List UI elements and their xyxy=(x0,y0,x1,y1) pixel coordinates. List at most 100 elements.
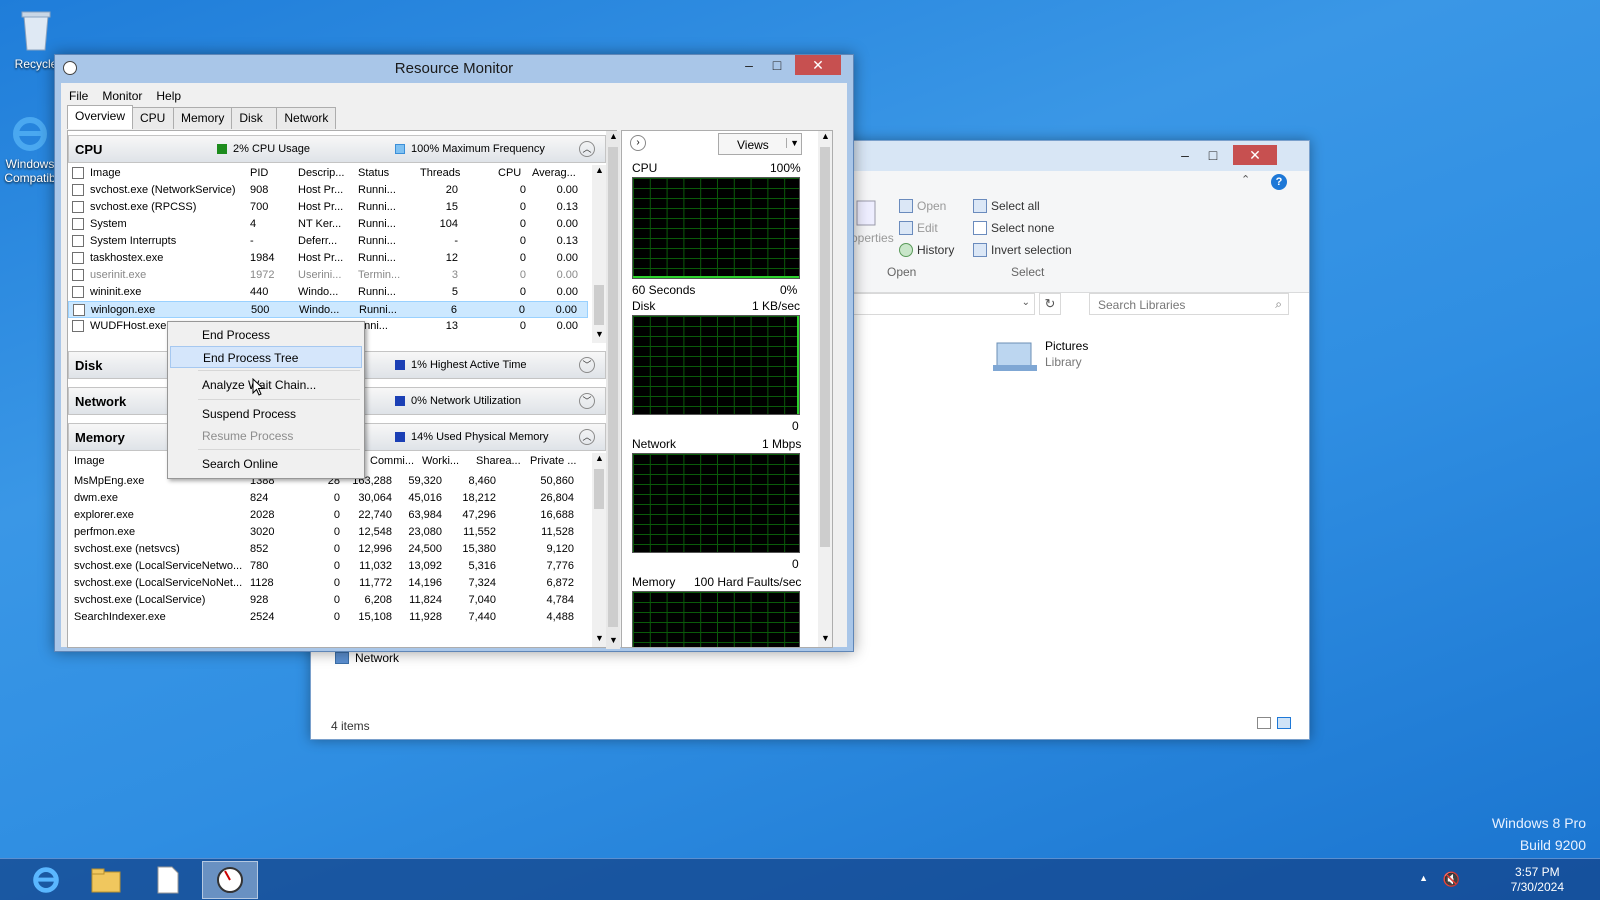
expand-chevron-icon[interactable]: ﹀ xyxy=(579,357,595,373)
table-row[interactable]: taskhostex.exe 1984 Host Pr... Runni... 12 0 0… xyxy=(68,250,588,267)
tab-memory[interactable]: Memory xyxy=(173,107,233,129)
table-row[interactable]: System 4 NT Ker... Runni... 104 0 0.00 xyxy=(68,216,588,233)
select-all-checkbox[interactable] xyxy=(72,167,84,179)
row-checkbox[interactable] xyxy=(72,286,84,298)
history-button[interactable]: History xyxy=(899,243,954,257)
large-icons-view-icon[interactable] xyxy=(1277,717,1291,729)
row-checkbox[interactable] xyxy=(72,235,84,247)
collapse-chevron-icon[interactable]: ︿ xyxy=(579,141,595,157)
row-checkbox[interactable] xyxy=(72,269,84,281)
row-checkbox[interactable] xyxy=(72,320,84,332)
memory-table-scrollbar[interactable]: ▲ ▼ xyxy=(592,453,606,647)
table-row[interactable]: svchost.exe (NetworkService) 908 Host Pr..… xyxy=(68,182,588,199)
col-commit[interactable]: Commi... xyxy=(370,455,414,467)
tab-disk[interactable]: Disk xyxy=(231,107,278,129)
row-checkbox[interactable] xyxy=(72,184,84,196)
table-row[interactable]: System Interrupts - Deferr... Runni... - 0 0.1… xyxy=(68,233,588,250)
collapse-chevron-icon[interactable]: ︿ xyxy=(579,429,595,445)
scroll-up-icon[interactable]: ▲ xyxy=(821,131,830,141)
details-view-icon[interactable] xyxy=(1257,717,1271,729)
scroll-down-icon[interactable]: ▼ xyxy=(595,633,604,643)
graph-panel-scrollbar[interactable]: ▲ ▼ xyxy=(818,131,832,647)
tab-overview[interactable]: Overview xyxy=(67,105,134,129)
address-bar[interactable]: ⌄ xyxy=(835,293,1035,315)
menu-monitor[interactable]: Monitor xyxy=(102,89,142,103)
menu-analyze-wait-chain[interactable]: Analyze Wait Chain... xyxy=(170,374,362,396)
menu-search-online[interactable]: Search Online xyxy=(170,453,362,475)
table-row[interactable]: svchost.exe (LocalService) 928 0 6,208 11,82… xyxy=(68,592,588,609)
table-row[interactable]: userinit.exe 1972 Userini... Termin... 3 0 0.0… xyxy=(68,267,588,284)
col-shareable[interactable]: Sharea... xyxy=(476,455,521,467)
edit-button[interactable]: Edit xyxy=(899,221,938,235)
select-none-button[interactable]: Select none xyxy=(973,221,1054,235)
col-pid[interactable]: PID xyxy=(250,167,268,179)
scroll-down-icon[interactable]: ▼ xyxy=(609,635,618,645)
scroll-down-icon[interactable]: ▼ xyxy=(821,633,830,643)
menu-end-process[interactable]: End Process xyxy=(170,324,362,346)
select-all-button[interactable]: Select all xyxy=(973,199,1040,213)
table-row[interactable]: svchost.exe (LocalServiceNoNet... 1128 0 11… xyxy=(68,575,588,592)
scroll-thumb[interactable] xyxy=(594,285,604,325)
row-checkbox[interactable] xyxy=(72,218,84,230)
cpu-table-scrollbar[interactable]: ▲ ▼ xyxy=(592,165,606,343)
volume-muted-icon[interactable]: 🔇 xyxy=(1443,871,1460,888)
menu-suspend-process[interactable]: Suspend Process xyxy=(170,403,362,425)
row-checkbox[interactable] xyxy=(72,201,84,213)
scroll-up-icon[interactable]: ▲ xyxy=(595,165,604,175)
rm-close-button[interactable]: ✕ xyxy=(795,55,841,75)
scroll-down-icon[interactable]: ▼ xyxy=(595,329,604,339)
col-threads[interactable]: Threads xyxy=(420,167,460,179)
address-dropdown-icon[interactable]: ⌄ xyxy=(1022,297,1030,308)
col-image[interactable]: Image xyxy=(90,167,121,179)
rm-maximize-button[interactable]: □ xyxy=(763,55,791,75)
maximize-button[interactable]: □ xyxy=(1199,145,1227,165)
table-row[interactable]: svchost.exe (netsvcs) 852 0 12,996 24,500 15,… xyxy=(68,541,588,558)
col-status[interactable]: Status xyxy=(358,167,389,179)
taskbar-file-explorer[interactable] xyxy=(78,861,134,899)
table-row[interactable]: explorer.exe 2028 0 22,740 63,984 47,296 16,68… xyxy=(68,507,588,524)
pictures-library-item[interactable]: Pictures Library xyxy=(991,337,1101,377)
col-cpu[interactable]: CPU xyxy=(498,167,521,179)
table-row[interactable]: svchost.exe (RPCSS) 700 Host Pr... Runni...… xyxy=(68,199,588,216)
search-libraries-input[interactable]: Search Libraries ⌕ xyxy=(1089,293,1289,315)
system-clock[interactable]: 3:57 PM 7/30/2024 xyxy=(1511,865,1564,895)
scroll-up-icon[interactable]: ▲ xyxy=(609,131,618,141)
views-button[interactable]: Views ▼ xyxy=(718,133,802,155)
collapse-panel-button[interactable]: › xyxy=(630,135,646,151)
taskbar-notepad[interactable] xyxy=(140,861,196,899)
scroll-thumb[interactable] xyxy=(594,469,604,509)
taskbar-resource-monitor[interactable] xyxy=(202,861,258,899)
refresh-button[interactable]: ↻ xyxy=(1039,293,1061,315)
row-checkbox[interactable] xyxy=(73,304,85,316)
table-row[interactable]: svchost.exe (LocalServiceNetwo... 780 0 11,… xyxy=(68,558,588,575)
ribbon-collapse-icon[interactable]: ⌃ xyxy=(1241,173,1250,186)
nav-network-item[interactable]: Network xyxy=(335,651,399,665)
table-row[interactable]: winlogon.exe 500 Windo... Runni... 6 0 0.00 xyxy=(68,301,588,318)
col-description[interactable]: Descrip... xyxy=(298,167,344,179)
scroll-thumb[interactable] xyxy=(608,147,618,627)
cpu-section-header[interactable]: CPU 2% CPU Usage 100% Maximum Frequency … xyxy=(68,135,606,163)
overview-scrollbar[interactable]: ▲ ▼ xyxy=(606,131,620,649)
invert-selection-button[interactable]: Invert selection xyxy=(973,243,1072,257)
tab-cpu[interactable]: CPU xyxy=(132,107,175,129)
table-row[interactable]: SearchIndexer.exe 2524 0 15,108 11,928 7,440 4… xyxy=(68,609,588,626)
open-button[interactable]: Open xyxy=(899,199,946,213)
show-hidden-icons-icon[interactable]: ▲ xyxy=(1419,873,1428,883)
table-row[interactable]: wininit.exe 440 Windo... Runni... 5 0 0.00 xyxy=(68,284,588,301)
tab-network[interactable]: Network xyxy=(276,107,337,129)
col-average[interactable]: Averag... xyxy=(532,167,576,179)
taskbar-internet-explorer[interactable] xyxy=(18,861,74,899)
expand-chevron-icon[interactable]: ﹀ xyxy=(579,393,595,409)
close-button[interactable]: ✕ xyxy=(1233,145,1277,165)
col-working[interactable]: Worki... xyxy=(422,455,459,467)
menu-end-process-tree[interactable]: End Process Tree xyxy=(170,346,362,368)
windows-compat-shortcut[interactable]: Windows Compatib xyxy=(2,114,58,185)
table-row[interactable]: dwm.exe 824 0 30,064 45,016 18,212 26,804 xyxy=(68,490,588,507)
table-row[interactable]: perfmon.exe 3020 0 12,548 23,080 11,552 11,528 xyxy=(68,524,588,541)
scroll-thumb[interactable] xyxy=(820,147,830,547)
row-checkbox[interactable] xyxy=(72,252,84,264)
scroll-up-icon[interactable]: ▲ xyxy=(595,453,604,463)
minimize-button[interactable]: – xyxy=(1171,145,1199,165)
rm-titlebar[interactable]: Resource Monitor – □ ✕ xyxy=(55,55,853,83)
rm-minimize-button[interactable]: – xyxy=(735,55,763,75)
